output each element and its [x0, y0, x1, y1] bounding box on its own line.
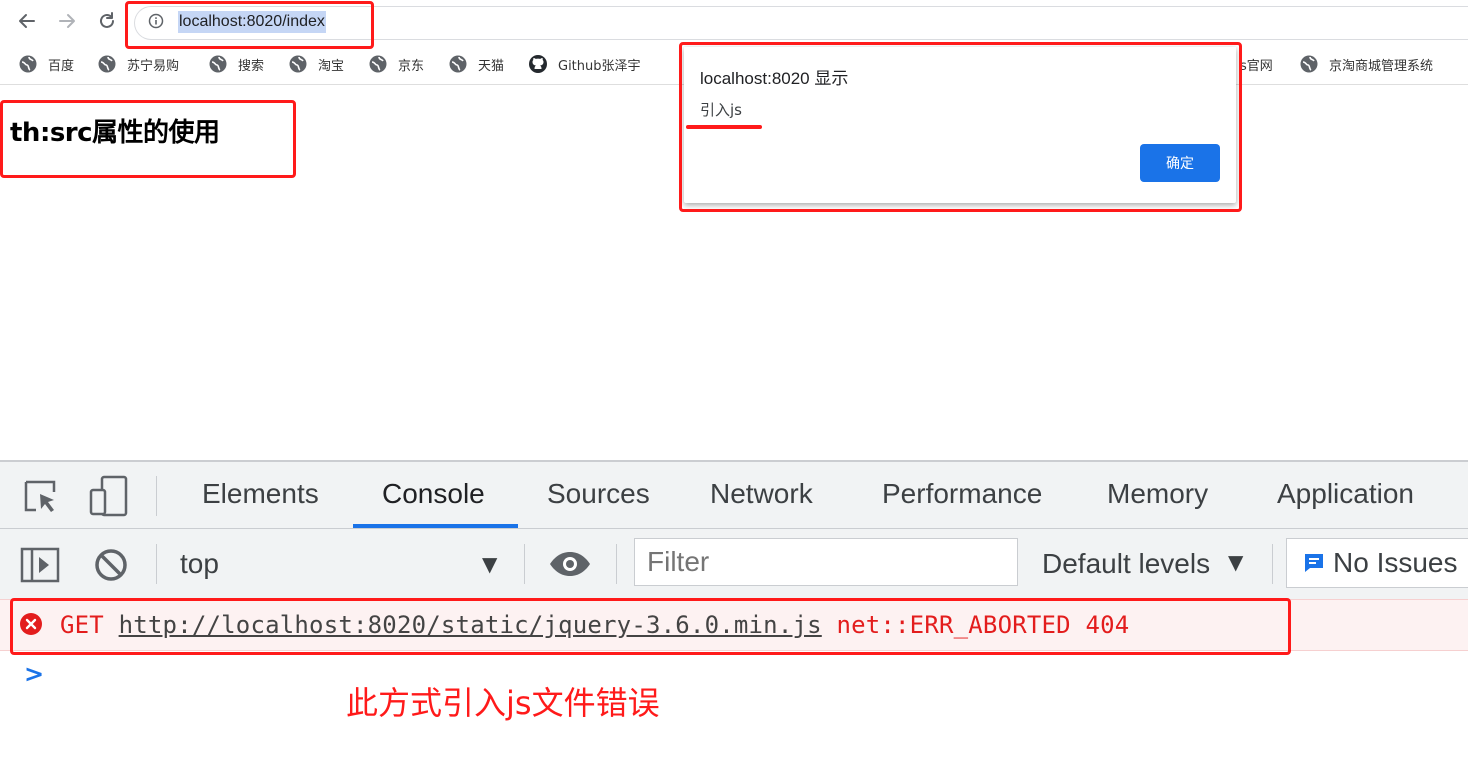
globe-icon	[19, 55, 37, 73]
context-select[interactable]: top	[180, 548, 219, 580]
globe-icon	[449, 55, 467, 73]
bookmark-label: Github张泽宇	[558, 58, 641, 74]
bookmark-tmall[interactable]: 天猫	[448, 53, 504, 75]
tab-elements[interactable]: Elements	[202, 478, 319, 510]
bookmark-label: 天猫	[478, 58, 505, 74]
bookmark-label: 苏宁易购	[127, 58, 180, 74]
github-icon	[529, 55, 547, 73]
eye-icon[interactable]	[548, 550, 592, 578]
bookmark-github[interactable]: Github张泽宇	[528, 53, 641, 75]
sidebar-toggle-icon[interactable]	[20, 546, 60, 584]
issues-label: No Issues	[1333, 547, 1458, 578]
bookmark-baidu[interactable]: 百度	[18, 53, 74, 75]
filter-input[interactable]	[634, 538, 1018, 586]
toolbar-separator	[156, 544, 157, 584]
globe-icon	[1300, 55, 1318, 73]
tab-sources[interactable]: Sources	[547, 478, 650, 510]
bookmark-label: 搜索	[238, 58, 265, 74]
bookmark-label: 京淘商城管理系统	[1329, 58, 1434, 74]
arrow-right-icon	[59, 14, 75, 28]
bookmark-label: s官网	[1240, 58, 1273, 74]
annotation-text: 此方式引入js文件错误	[346, 684, 660, 722]
globe-icon	[98, 55, 116, 73]
tab-memory[interactable]: Memory	[1107, 478, 1208, 510]
bookmark-label: 淘宝	[318, 58, 345, 74]
bookmark-label: 京东	[398, 58, 425, 74]
toolbar-separator	[524, 544, 525, 584]
console-prompt-icon[interactable]: >	[24, 660, 44, 688]
highlight-alert-box	[679, 42, 1242, 212]
highlight-url-box	[125, 1, 374, 49]
tab-application[interactable]: Application	[1277, 478, 1414, 510]
back-button[interactable]	[14, 8, 40, 34]
globe-icon	[209, 55, 227, 73]
bookmark-jingtao[interactable]: 京淘商城管理系统	[1299, 53, 1433, 75]
log-levels-select[interactable]: Default levels	[1042, 548, 1210, 580]
message-icon	[1305, 554, 1323, 572]
clear-console-icon[interactable]	[94, 548, 128, 582]
bookmark-label: 百度	[48, 58, 75, 74]
dropdown-arrow-icon[interactable]: ▼	[1228, 550, 1243, 574]
globe-icon	[289, 55, 307, 73]
reload-icon	[100, 12, 114, 28]
toolbar-separator	[156, 476, 157, 516]
tab-performance[interactable]: Performance	[882, 478, 1042, 510]
forward-button[interactable]	[54, 8, 80, 34]
bookmark-search[interactable]: 搜索	[208, 53, 264, 75]
highlight-error-box	[10, 598, 1291, 655]
tab-console[interactable]: Console	[382, 478, 485, 510]
inspect-element-icon[interactable]	[22, 478, 62, 518]
dropdown-arrow-icon[interactable]: ▼	[482, 552, 497, 576]
toolbar-separator	[616, 544, 617, 584]
arrow-left-icon	[19, 14, 35, 28]
bookmark-official[interactable]: s官网	[1240, 53, 1273, 75]
device-toolbar-icon[interactable]	[88, 474, 130, 518]
bookmark-taobao[interactable]: 淘宝	[288, 53, 344, 75]
tab-network[interactable]: Network	[710, 478, 813, 510]
highlight-heading-box	[0, 100, 296, 178]
issues-button[interactable]: No Issues	[1286, 538, 1468, 588]
bookmark-jd[interactable]: 京东	[368, 53, 424, 75]
bookmark-suning[interactable]: 苏宁易购	[97, 53, 179, 75]
globe-icon	[369, 55, 387, 73]
reload-button[interactable]	[94, 8, 120, 34]
toolbar-separator	[1272, 544, 1273, 584]
